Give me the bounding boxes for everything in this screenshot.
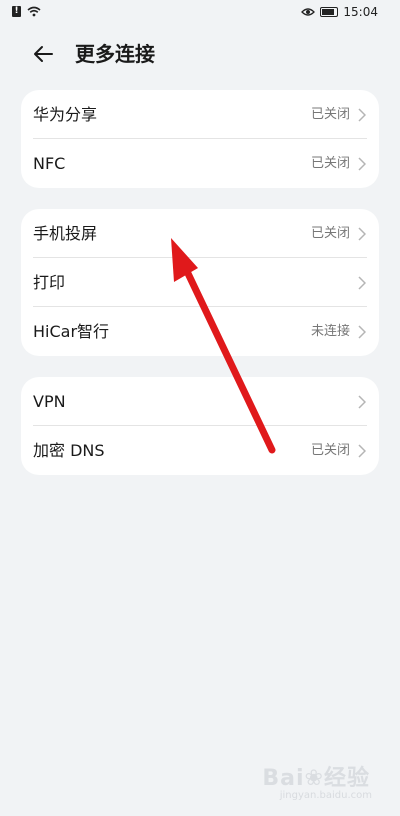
- status-right: 15:04: [301, 5, 378, 19]
- row-label: 打印: [33, 273, 66, 292]
- row-label: 加密 DNS: [33, 441, 105, 460]
- sim-alert-icon: !: [12, 6, 21, 17]
- watermark-suffix: 经验: [323, 766, 370, 791]
- chevron-right-icon: [358, 276, 366, 290]
- watermark-logo: Bai❀经验: [262, 760, 370, 792]
- row-label: NFC: [33, 154, 66, 173]
- row-label: 手机投屏: [33, 224, 98, 243]
- row-label: 华为分享: [33, 105, 98, 124]
- row-status: 已关闭: [310, 107, 350, 122]
- status-time: 15:04: [343, 5, 378, 19]
- watermark-url: jingyan.baidu.com: [279, 790, 372, 801]
- header: 更多连接: [0, 30, 400, 78]
- settings-group-sharing: 华为分享 已关闭 NFC 已关闭: [21, 90, 379, 188]
- row-encrypted-dns[interactable]: 加密 DNS 已关闭: [21, 426, 379, 475]
- watermark-text: Bai: [262, 766, 305, 791]
- row-hicar[interactable]: HiCar智行 未连接: [21, 307, 379, 356]
- status-bar: ! 15:04: [0, 0, 400, 26]
- row-label: VPN: [33, 392, 66, 411]
- row-nfc[interactable]: NFC 已关闭: [21, 139, 379, 188]
- wifi-icon: [27, 6, 41, 17]
- chevron-right-icon: [358, 157, 366, 171]
- row-status: 已关闭: [310, 156, 350, 171]
- chevron-right-icon: [358, 444, 366, 458]
- row-status: 已关闭: [310, 226, 350, 241]
- back-arrow-icon: [34, 46, 53, 62]
- row-huawei-share[interactable]: 华为分享 已关闭: [21, 90, 379, 139]
- settings-group-projection: 手机投屏 已关闭 打印 HiCar智行 未连接: [21, 209, 379, 356]
- eye-comfort-icon: [301, 8, 316, 16]
- back-button[interactable]: [30, 40, 58, 68]
- chevron-right-icon: [358, 227, 366, 241]
- status-left: !: [12, 6, 41, 17]
- row-label: HiCar智行: [33, 322, 110, 341]
- row-status: 已关闭: [310, 443, 350, 458]
- paw-icon: ❀: [304, 766, 324, 791]
- page-title: 更多连接: [75, 42, 155, 66]
- chevron-right-icon: [358, 108, 366, 122]
- settings-group-network: VPN 加密 DNS 已关闭: [21, 377, 379, 475]
- battery-icon: [320, 7, 339, 17]
- chevron-right-icon: [358, 395, 366, 409]
- row-screen-projection[interactable]: 手机投屏 已关闭: [21, 209, 379, 258]
- row-vpn[interactable]: VPN: [21, 377, 379, 426]
- row-print[interactable]: 打印: [21, 258, 379, 307]
- chevron-right-icon: [358, 325, 366, 339]
- row-status: 未连接: [310, 324, 350, 339]
